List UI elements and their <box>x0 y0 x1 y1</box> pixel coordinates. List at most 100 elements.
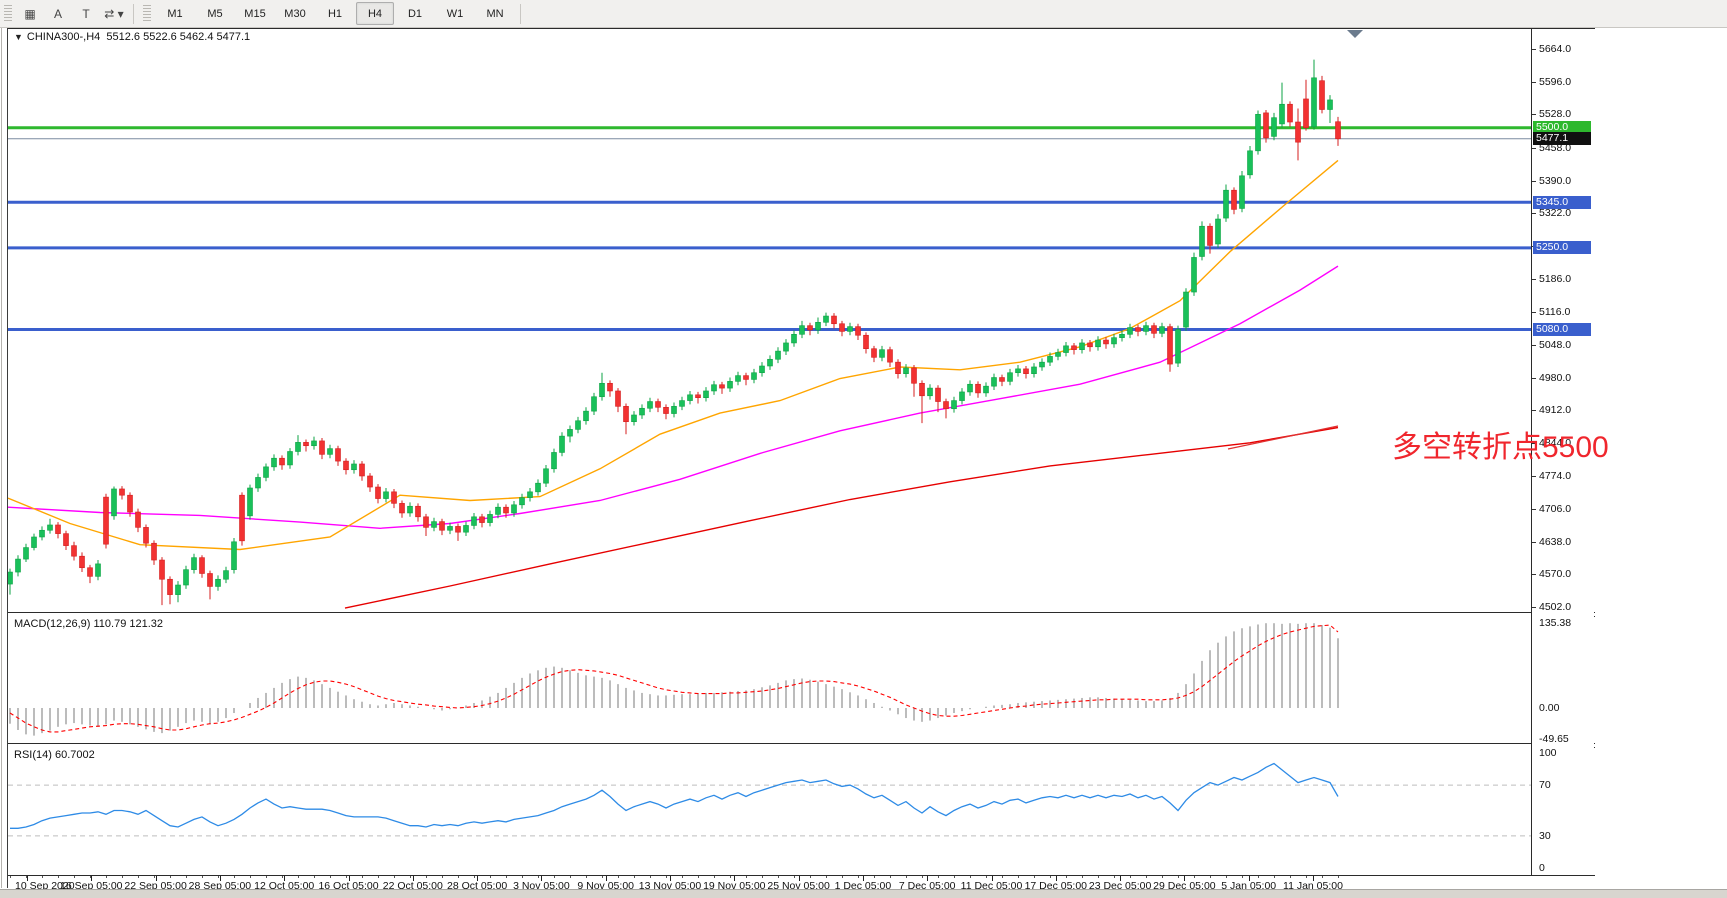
candle-body <box>712 385 717 391</box>
candle-body <box>168 579 173 594</box>
time-minor-tick <box>586 876 587 878</box>
candle-body <box>1200 226 1205 256</box>
candle-body <box>1248 151 1253 175</box>
candle-body <box>992 378 997 387</box>
candle-body <box>304 442 309 445</box>
time-minor-tick <box>1146 876 1147 878</box>
time-minor-tick <box>1210 876 1211 878</box>
text-box-icon: T <box>82 7 89 21</box>
timeframe-h4-button[interactable]: H4 <box>356 2 394 25</box>
indicator-grid-button[interactable]: ▦ <box>17 2 43 25</box>
candle-body <box>1224 190 1229 218</box>
time-minor-tick <box>346 876 347 878</box>
price-tick-label: 4912.0 <box>1539 404 1571 416</box>
price-chart-panel[interactable] <box>8 29 1531 611</box>
timeframe-mn-button[interactable]: MN <box>476 2 514 25</box>
time-minor-tick <box>1290 876 1291 878</box>
timeframe-m1-button[interactable]: M1 <box>156 2 194 25</box>
candle-body <box>88 568 93 577</box>
candle-body <box>40 530 45 537</box>
candle-body <box>800 326 805 335</box>
time-minor-tick <box>554 876 555 878</box>
macd-tick-label: 0.00 <box>1539 702 1559 714</box>
time-minor-tick <box>1066 876 1067 878</box>
candle-body <box>600 383 605 396</box>
candle-body <box>1016 369 1021 373</box>
candle-body <box>768 359 773 366</box>
down-arrow-marker[interactable] <box>1347 30 1363 38</box>
candle-body <box>896 362 901 374</box>
candle-body <box>272 458 277 467</box>
trend-line[interactable] <box>1228 426 1338 449</box>
arrows-dropdown-button[interactable]: ⇄ ▾ <box>101 2 127 25</box>
time-minor-tick <box>458 876 459 878</box>
timeframe-toolbar: M1M5M15M30H1H4D1W1MN <box>155 2 515 25</box>
price-badge-5080.0: 5080.0 <box>1533 323 1591 336</box>
candle-body <box>560 436 565 452</box>
candle-body <box>680 401 685 407</box>
candle-body <box>1312 78 1317 127</box>
timeframe-m15-button[interactable]: M15 <box>236 2 274 25</box>
timeframe-m5-button[interactable]: M5 <box>196 2 234 25</box>
timeframe-h1-button[interactable]: H1 <box>316 2 354 25</box>
candle-body <box>200 558 205 574</box>
toolbar-separator-2 <box>520 4 521 24</box>
time-minor-tick <box>186 876 187 878</box>
candle-body <box>784 343 789 351</box>
time-minor-tick <box>106 876 107 878</box>
rsi-tick-label: 30 <box>1539 830 1551 842</box>
price-tick-dash <box>1532 213 1536 214</box>
price-tick-label: 4980.0 <box>1539 372 1571 384</box>
candle-body <box>1280 104 1285 124</box>
rsi-panel[interactable] <box>8 746 1531 874</box>
price-tick-dash <box>1532 114 1536 115</box>
time-minor-tick <box>1002 876 1003 878</box>
text-box-button[interactable]: T <box>73 2 99 25</box>
time-minor-tick <box>1098 876 1099 878</box>
candle-body <box>1136 328 1141 332</box>
macd-tick-label: 135.38 <box>1539 617 1571 629</box>
rsi-label: RSI(14) 60.7002 <box>14 749 95 761</box>
candle-body <box>1160 327 1165 334</box>
candle-body <box>936 388 941 401</box>
time-minor-tick <box>314 876 315 878</box>
candle-body <box>984 386 989 393</box>
candle-body <box>368 476 373 487</box>
timeframe-d1-button[interactable]: D1 <box>396 2 434 25</box>
toolbar-drag-handle[interactable] <box>4 5 12 23</box>
time-minor-tick <box>778 876 779 878</box>
toolbar-drag-handle-2[interactable] <box>143 5 151 23</box>
time-minor-tick <box>602 876 603 878</box>
timeframe-w1-button[interactable]: W1 <box>436 2 474 25</box>
macd-canvas[interactable] <box>8 615 1531 742</box>
candle-body <box>688 395 693 401</box>
timeframe-m30-button[interactable]: M30 <box>276 2 314 25</box>
time-minor-tick <box>266 876 267 878</box>
candle-body <box>1256 114 1261 151</box>
time-minor-tick <box>1114 876 1115 878</box>
time-minor-tick <box>1338 876 1339 878</box>
price-chart-canvas[interactable] <box>8 29 1531 611</box>
candle-body <box>632 415 637 422</box>
candle-body <box>824 316 829 322</box>
time-minor-tick <box>378 876 379 878</box>
candle-body <box>840 324 845 332</box>
rsi-canvas[interactable] <box>8 746 1531 874</box>
candle-body <box>208 573 213 586</box>
text-a-button[interactable]: A <box>45 2 71 25</box>
macd-panel[interactable] <box>8 615 1531 742</box>
candle-body <box>1104 340 1109 344</box>
price-tick-dash <box>1532 509 1536 510</box>
candle-body <box>1296 122 1301 142</box>
candle-body <box>320 441 325 454</box>
ma-mid-line[interactable] <box>8 266 1338 528</box>
time-minor-tick <box>282 876 283 878</box>
ma-fast-line[interactable] <box>8 160 1338 549</box>
price-tick-dash <box>1532 279 1536 280</box>
candle-body <box>1128 328 1133 335</box>
symbol-dropdown-icon[interactable]: ▼ <box>14 32 23 42</box>
rsi-line <box>10 764 1338 829</box>
drawing-toolbar: ▦AT ⇄ ▾ <box>16 2 128 25</box>
candle-body <box>848 327 853 332</box>
candle-body <box>568 429 573 436</box>
